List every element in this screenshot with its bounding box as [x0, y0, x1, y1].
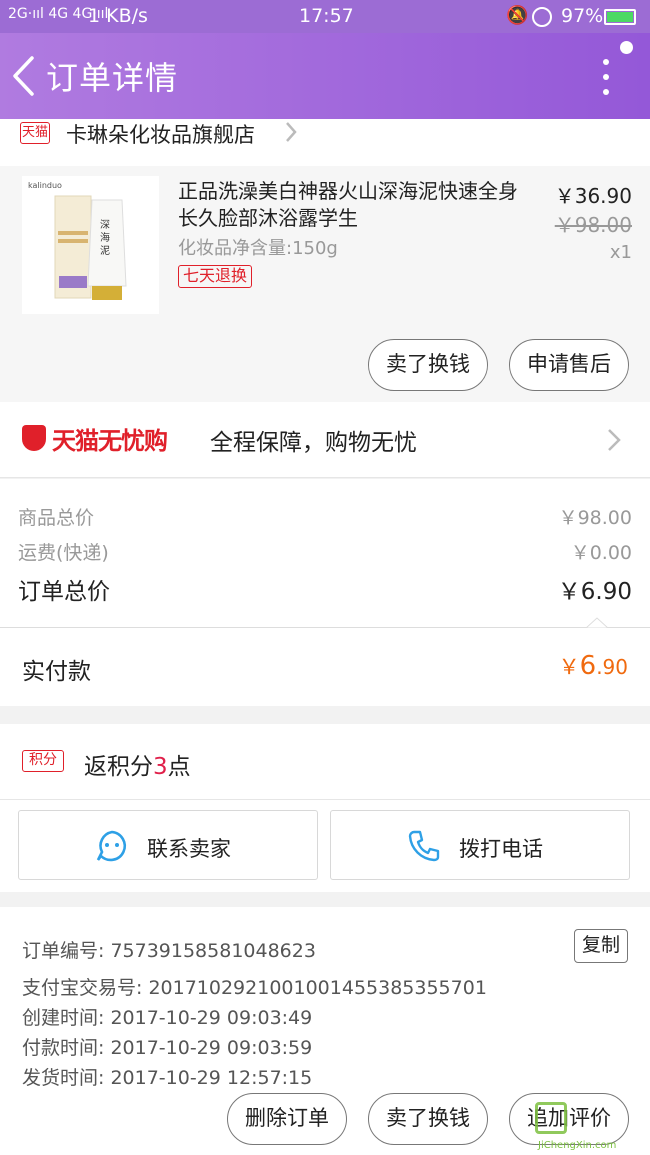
battery-percent: 97% — [561, 5, 604, 27]
points-text: 返积分3点 — [84, 747, 191, 781]
rotation-lock-icon — [532, 7, 552, 27]
call-phone-label: 拨打电话 — [459, 837, 543, 861]
paid-integer: 6 — [579, 651, 597, 681]
svg-text:泥: 泥 — [100, 244, 110, 257]
back-arrow-icon[interactable] — [10, 55, 36, 97]
copy-button[interactable]: 复制 — [574, 929, 628, 963]
status-bar: 2G·ııl 4G 4G·ııl 1 KB/s 17:57 🔕 97% — [0, 0, 650, 33]
caret-up-notch — [586, 617, 608, 629]
status-time: 17:57 — [299, 5, 354, 27]
product-title[interactable]: 正品洗澡美白神器火山深海泥快速全身长久脸部沐浴露学生 — [178, 178, 518, 232]
seven-day-return-badge: 七天退换 — [178, 265, 253, 288]
product-price: ￥36.90 — [554, 184, 632, 208]
created-time: 创建时间: 2017-10-29 09:03:49 — [22, 1007, 313, 1029]
tmall-badge: 天猫 — [20, 122, 50, 144]
product-spec: 化妆品净含量:150g — [178, 238, 338, 259]
app-header: 订单详情 — [0, 33, 650, 119]
chat-bubble-icon — [96, 830, 127, 862]
more-menu-icon[interactable] — [598, 59, 614, 99]
order-total-value: ￥6.90 — [557, 579, 632, 605]
paid-value: ￥6.90 — [559, 651, 628, 681]
points-badge: 积分 — [22, 750, 64, 772]
after-sales-button[interactable]: 申请售后 — [509, 339, 629, 391]
paid-currency: ￥ — [558, 655, 580, 679]
watermark-logo — [535, 1102, 567, 1134]
points-prefix: 返积分 — [84, 754, 153, 780]
shipped-time: 发货时间: 2017-10-29 12:57:15 — [22, 1067, 313, 1089]
product-original-price: ￥98.00 — [554, 213, 632, 237]
contact-seller-label: 联系卖家 — [147, 837, 231, 861]
sell-for-cash-button-bottom[interactable]: 卖了换钱 — [368, 1093, 488, 1145]
chevron-right-icon — [608, 429, 621, 451]
contact-seller-button[interactable]: 联系卖家 — [18, 810, 318, 880]
paid-amount-row — [0, 627, 650, 706]
phone-icon — [408, 830, 440, 862]
order-number: 订单编号: 757391585810486​23 — [22, 940, 316, 962]
shipping-label: 运费(快递) — [18, 542, 109, 564]
points-count: 3 — [153, 754, 168, 780]
battery-icon — [604, 9, 636, 25]
paid-label: 实付款 — [22, 659, 91, 685]
call-phone-button[interactable]: 拨打电话 — [330, 810, 630, 880]
items-total-label: 商品总价 — [18, 507, 95, 529]
product-image[interactable]: kalinduo 深 海 泥 — [22, 176, 159, 314]
notification-dot — [620, 41, 633, 54]
page-title: 订单详情 — [46, 59, 179, 97]
items-total-value: ￥98.00 — [558, 507, 632, 529]
sell-for-cash-button[interactable]: 卖了换钱 — [368, 339, 488, 391]
paid-time: 付款时间: 2017-10-29 09:03:59 — [22, 1037, 313, 1059]
network-speed: 1 KB/s — [88, 5, 148, 27]
points-suffix: 点 — [167, 754, 191, 780]
tmall-shield-icon — [22, 425, 46, 451]
store-name[interactable]: 卡琳朵化妆品旗舰店 — [66, 119, 255, 149]
mute-bell-icon: 🔕 — [506, 5, 529, 26]
order-total-label: 订单总价 — [18, 579, 110, 605]
svg-text:海: 海 — [100, 231, 110, 244]
add-review-button[interactable]: 追加评价 — [509, 1093, 629, 1145]
delete-order-button[interactable]: 删除订单 — [227, 1093, 347, 1145]
guarantee-text: 全程保障，购物无忧 — [210, 430, 417, 456]
guarantee-brand: 天猫无忧购 — [52, 427, 168, 455]
alipay-trade-number: 支付宝交易号: 2017102921001001455385355701 — [22, 977, 487, 999]
product-quantity: x1 — [609, 242, 632, 263]
watermark-text: JiChengXin.com — [538, 1140, 617, 1151]
shipping-value: ￥0.00 — [570, 542, 632, 564]
paid-decimal: .90 — [596, 655, 628, 679]
chevron-right-icon — [286, 122, 297, 142]
image-brand-text: kalinduo — [28, 181, 62, 190]
svg-text:深: 深 — [100, 219, 110, 231]
